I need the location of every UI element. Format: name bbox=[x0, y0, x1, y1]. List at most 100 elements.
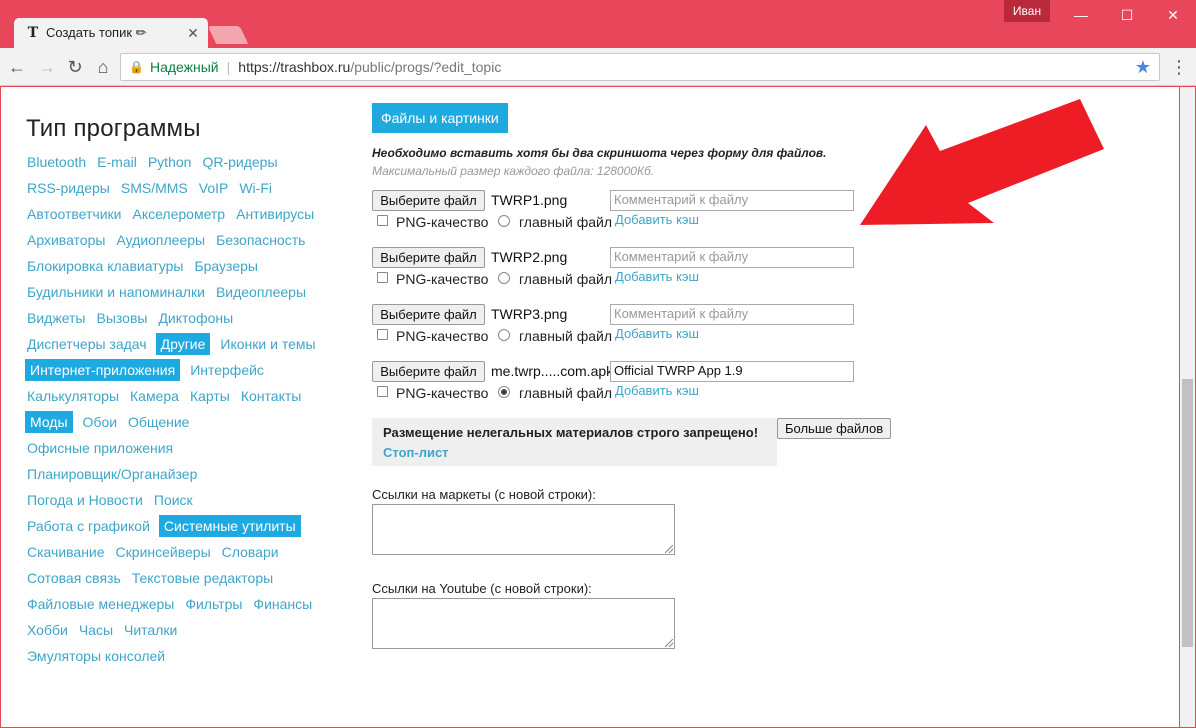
home-icon[interactable]: ⌂ bbox=[92, 56, 114, 78]
markets-textarea[interactable] bbox=[372, 504, 675, 555]
choose-file-button[interactable]: Выберите файл bbox=[372, 190, 485, 211]
program-type-tag[interactable]: Интерфейс bbox=[189, 360, 265, 380]
bookmark-star-icon[interactable]: ★ bbox=[1135, 57, 1151, 78]
program-type-tag[interactable]: Эмуляторы консолей bbox=[26, 646, 166, 666]
add-cache-link[interactable]: Добавить кэш bbox=[615, 212, 699, 227]
program-type-tag[interactable]: Браузеры bbox=[193, 256, 259, 276]
browser-menu-icon[interactable]: ⋮ bbox=[1168, 56, 1190, 78]
program-type-tag[interactable]: Будильники и напоминалки bbox=[26, 282, 206, 302]
program-type-tag-selected[interactable]: Другие bbox=[155, 333, 211, 355]
program-type-tag[interactable]: Хобби bbox=[26, 620, 69, 640]
program-type-tag[interactable]: Финансы bbox=[252, 594, 313, 614]
program-type-tag[interactable]: Акселерометр bbox=[131, 204, 226, 224]
browser-tab[interactable]: T Создать топик ✏ ✕ bbox=[14, 18, 208, 48]
program-type-tag[interactable]: Обои bbox=[82, 412, 119, 432]
more-files-button[interactable]: Больше файлов bbox=[777, 418, 892, 439]
profile-badge[interactable]: Иван bbox=[1004, 0, 1050, 22]
program-type-tag[interactable]: VoIP bbox=[198, 178, 230, 198]
program-type-tag[interactable]: Автоответчики bbox=[26, 204, 122, 224]
program-type-tag[interactable]: Аудиоплееры bbox=[115, 230, 206, 250]
youtube-textarea[interactable] bbox=[372, 598, 675, 649]
program-type-tag-selected[interactable]: Системные утилиты bbox=[158, 515, 301, 537]
program-type-tag[interactable]: Офисные приложения bbox=[26, 438, 174, 458]
main-file-radio[interactable] bbox=[498, 272, 510, 284]
program-type-tag[interactable]: Python bbox=[147, 152, 193, 172]
resize-handle-icon[interactable] bbox=[665, 545, 673, 553]
program-type-tag[interactable]: Погода и Новости bbox=[26, 490, 144, 510]
scrollbar-thumb[interactable] bbox=[1182, 379, 1193, 647]
choose-file-button[interactable]: Выберите файл bbox=[372, 304, 485, 325]
page-scrollbar[interactable] bbox=[1180, 87, 1195, 727]
maximize-icon[interactable]: ☐ bbox=[1104, 0, 1150, 30]
program-type-tag[interactable]: Диктофоны bbox=[157, 308, 234, 328]
main-file-radio[interactable] bbox=[498, 386, 510, 398]
new-tab-button[interactable] bbox=[207, 26, 249, 44]
tab-close-icon[interactable]: ✕ bbox=[184, 25, 202, 42]
program-type-tag[interactable]: QR-ридеры bbox=[201, 152, 278, 172]
program-type-tag[interactable]: Скринсейверы bbox=[115, 542, 212, 562]
program-type-tag-selected[interactable]: Моды bbox=[25, 411, 73, 433]
stoplist-link[interactable]: Стоп-лист bbox=[383, 445, 449, 460]
program-type-tag[interactable]: Фильтры bbox=[184, 594, 243, 614]
png-quality-checkbox[interactable] bbox=[377, 329, 388, 340]
program-type-tag[interactable]: Общение bbox=[127, 412, 190, 432]
program-type-tag[interactable]: Калькуляторы bbox=[26, 386, 120, 406]
program-type-tag[interactable]: Текстовые редакторы bbox=[131, 568, 274, 588]
add-cache-link[interactable]: Добавить кэш bbox=[615, 383, 699, 398]
files-section-button[interactable]: Файлы и картинки bbox=[372, 103, 508, 133]
main-file-label: главный файл bbox=[519, 328, 612, 344]
program-type-tag[interactable]: Планировщик/Органайзер bbox=[26, 464, 198, 484]
file-comment-input[interactable]: Комментарий к файлу bbox=[610, 190, 854, 211]
file-comment-input[interactable]: Комментарий к файлу bbox=[610, 247, 854, 268]
program-type-tag[interactable]: Архиваторы bbox=[26, 230, 106, 250]
secure-label: Надежный bbox=[149, 59, 219, 75]
file-comment-input[interactable]: Official TWRP App 1.9 bbox=[610, 361, 854, 382]
add-cache-link[interactable]: Добавить кэш bbox=[615, 326, 699, 341]
reload-icon[interactable]: ↻ bbox=[64, 56, 86, 78]
program-type-tag-selected[interactable]: Интернет-приложения bbox=[25, 359, 181, 381]
file-row: Выберите файл TWRP3.png Комментарий к файл… bbox=[372, 304, 912, 354]
program-type-tag[interactable]: Bluetooth bbox=[26, 152, 87, 172]
choose-file-button[interactable]: Выберите файл bbox=[372, 361, 485, 382]
program-type-tag[interactable]: Камера bbox=[129, 386, 180, 406]
program-type-tag[interactable]: RSS-ридеры bbox=[26, 178, 111, 198]
program-type-row: Автоответчики Акселерометр Антивирусы bbox=[26, 201, 346, 227]
program-type-tag[interactable]: Часы bbox=[78, 620, 114, 640]
file-comment-input[interactable]: Комментарий к файлу bbox=[610, 304, 854, 325]
close-window-icon[interactable]: ✕ bbox=[1150, 0, 1196, 30]
program-type-tag[interactable]: Работа с графикой bbox=[26, 516, 151, 536]
address-bar[interactable]: 🔒 Надежный | https://trashbox.ru/public/… bbox=[120, 53, 1160, 81]
choose-file-button[interactable]: Выберите файл bbox=[372, 247, 485, 268]
program-type-tag[interactable]: SMS/MMS bbox=[120, 178, 189, 198]
add-cache-link[interactable]: Добавить кэш bbox=[615, 269, 699, 284]
png-quality-checkbox[interactable] bbox=[377, 386, 388, 397]
program-type-tag[interactable]: Диспетчеры задач bbox=[26, 334, 148, 354]
back-arrow-icon[interactable]: ← bbox=[6, 56, 28, 78]
program-type-tag[interactable]: Карты bbox=[189, 386, 231, 406]
main-file-radio[interactable] bbox=[498, 215, 510, 227]
main-file-radio[interactable] bbox=[498, 329, 510, 341]
program-type-tag[interactable]: Блокировка клавиатуры bbox=[26, 256, 184, 276]
program-type-tag[interactable]: Скачивание bbox=[26, 542, 106, 562]
program-type-tag[interactable]: Видеоплееры bbox=[215, 282, 307, 302]
resize-handle-icon[interactable] bbox=[665, 639, 673, 647]
program-type-tag[interactable]: Wi-Fi bbox=[238, 178, 273, 198]
program-type-tag[interactable]: Словари bbox=[221, 542, 280, 562]
program-type-tag[interactable]: Антивирусы bbox=[235, 204, 315, 224]
forward-arrow-icon[interactable]: → bbox=[36, 56, 58, 78]
program-type-row: Скачивание Скринсейверы Словари bbox=[26, 539, 346, 565]
program-type-tag[interactable]: Читалки bbox=[123, 620, 178, 640]
program-type-row: Блокировка клавиатуры Браузеры bbox=[26, 253, 346, 279]
png-quality-checkbox[interactable] bbox=[377, 272, 388, 283]
program-type-tag[interactable]: Файловые менеджеры bbox=[26, 594, 175, 614]
program-type-tag[interactable]: Сотовая связь bbox=[26, 568, 122, 588]
program-type-tag[interactable]: Безопасность bbox=[215, 230, 306, 250]
program-type-tag[interactable]: Виджеты bbox=[26, 308, 87, 328]
program-type-tag[interactable]: Вызовы bbox=[96, 308, 149, 328]
program-type-tag[interactable]: Иконки и темы bbox=[219, 334, 316, 354]
program-type-tag[interactable]: Поиск bbox=[153, 490, 194, 510]
program-type-tag[interactable]: Контакты bbox=[240, 386, 302, 406]
minimize-icon[interactable]: — bbox=[1058, 0, 1104, 30]
program-type-tag[interactable]: E-mail bbox=[96, 152, 138, 172]
png-quality-checkbox[interactable] bbox=[377, 215, 388, 226]
